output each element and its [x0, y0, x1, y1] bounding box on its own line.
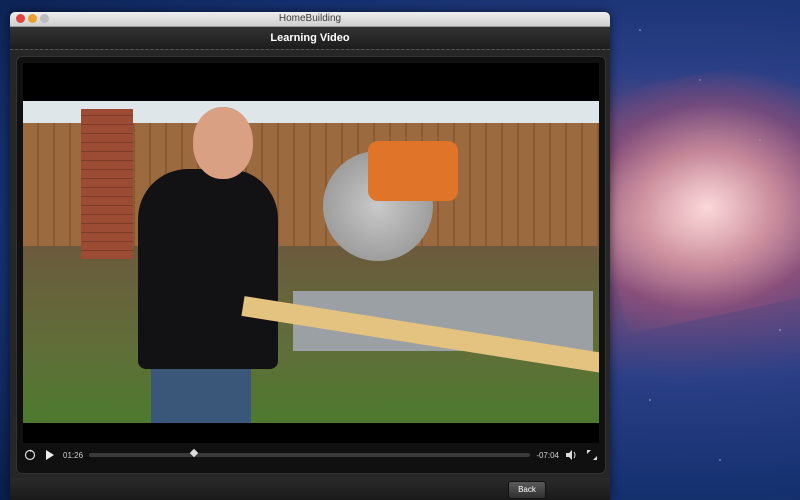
replay-30-icon[interactable] [23, 448, 37, 462]
video-frame [23, 101, 599, 423]
scrub-thumb[interactable] [189, 448, 198, 458]
video-person-body [138, 169, 278, 369]
scrub-bar[interactable] [89, 448, 531, 458]
video-panel: 01:26 -07:04 [16, 56, 606, 474]
fullscreen-icon[interactable] [585, 448, 599, 462]
play-icon[interactable] [43, 448, 57, 462]
title-bar: HomeBuilding [10, 12, 610, 27]
page-header: Learning Video [10, 27, 610, 50]
window-title: HomeBuilding [278, 13, 342, 24]
remaining-time: -07:04 [536, 450, 559, 460]
player-controls: 01:26 -07:04 [23, 445, 599, 465]
video-saw-guard [368, 141, 458, 201]
footer-bar: Back [10, 478, 610, 500]
page-title: Learning Video [270, 32, 350, 44]
app-window: HomeBuilding Learning Video 01:26 -07:04… [10, 12, 610, 500]
back-button[interactable]: Back [508, 481, 546, 499]
video-player[interactable] [23, 63, 599, 443]
elapsed-time: 01:26 [63, 450, 84, 460]
volume-icon[interactable] [565, 448, 579, 462]
video-brick-pillar [81, 109, 133, 259]
video-person-head [193, 107, 253, 179]
